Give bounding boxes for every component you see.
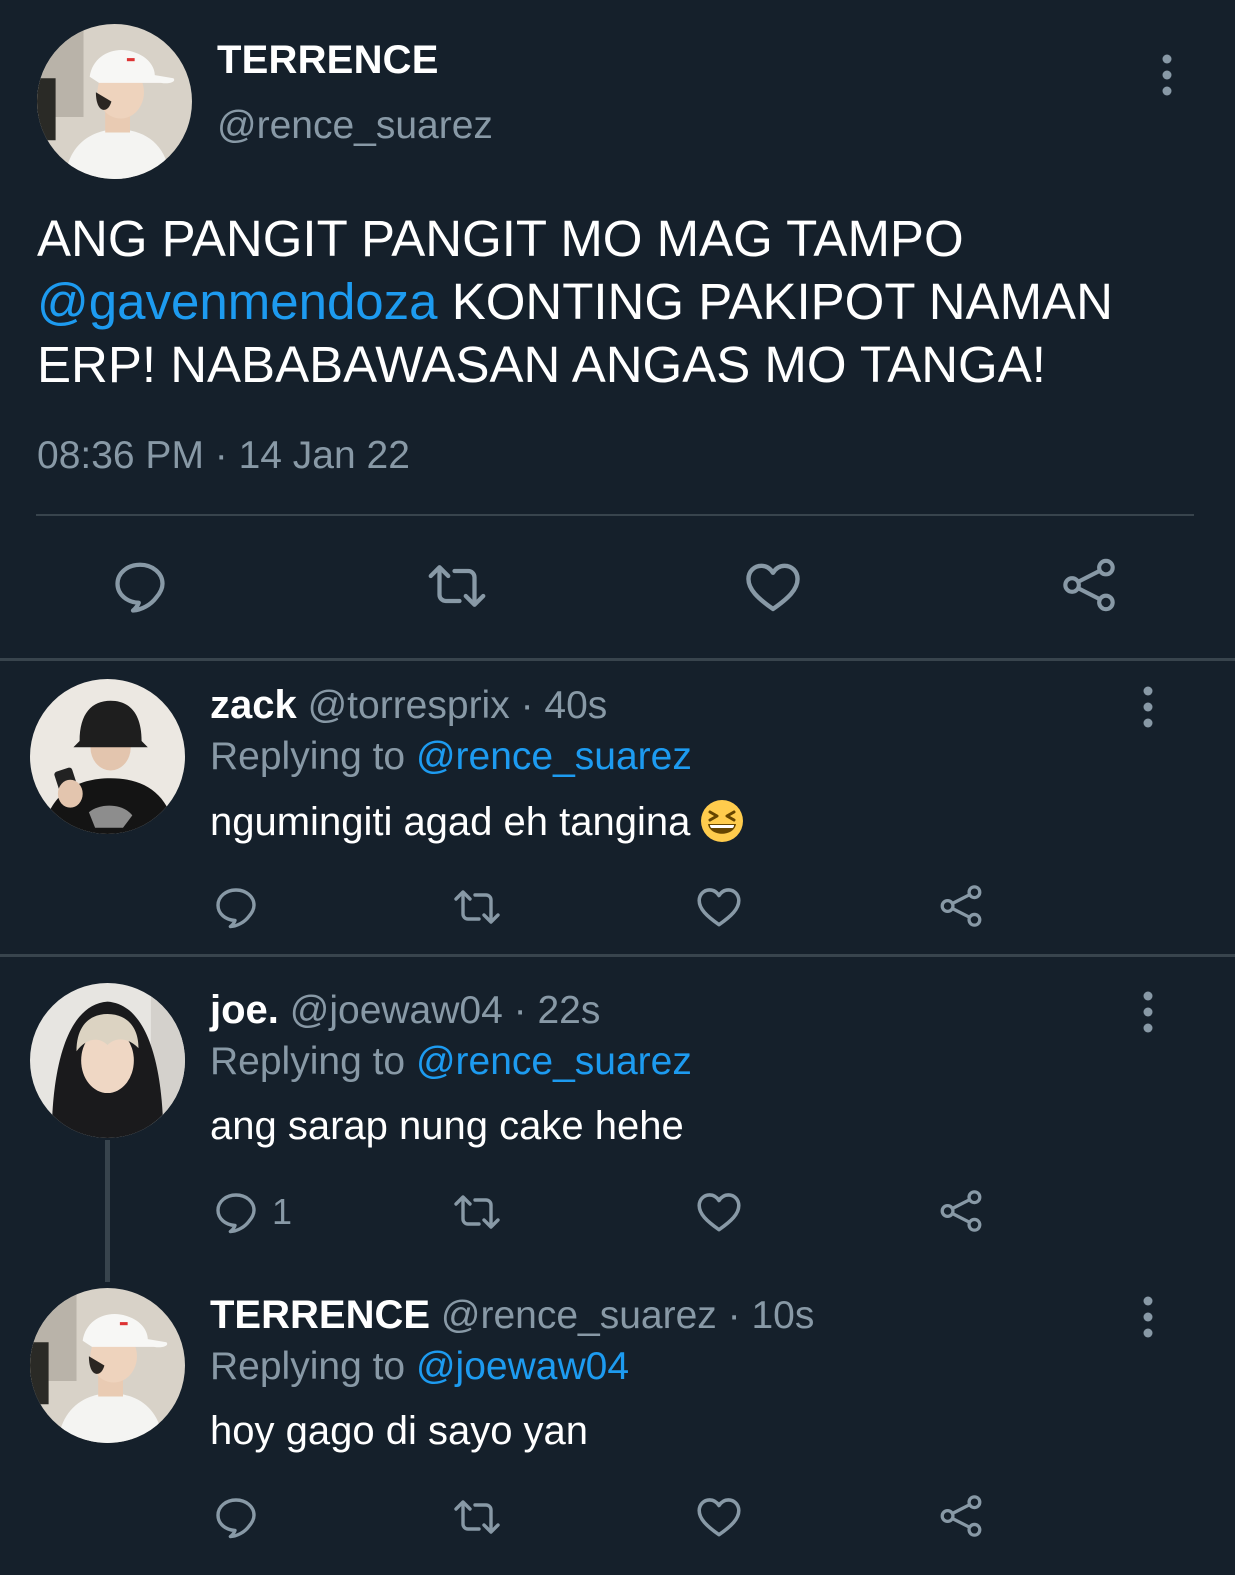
- share-icon: [938, 1188, 984, 1234]
- reply-tweet[interactable]: joe. @joewaw04 · 22s Replying to @rence_…: [0, 966, 1235, 1266]
- replying-to-handle[interactable]: @rence_suarez: [416, 1040, 692, 1083]
- reply-icon: [110, 556, 170, 616]
- retweet-button[interactable]: [450, 1493, 504, 1541]
- reply-author-name[interactable]: zack: [210, 683, 297, 727]
- reply-author-handle[interactable]: @joewaw04: [290, 989, 503, 1032]
- retweet-icon: [450, 1188, 504, 1236]
- like-icon: [694, 1492, 744, 1542]
- replying-to: Replying to @rence_suarez: [210, 735, 692, 779]
- avatar-bucket-hat-icon: [30, 679, 185, 834]
- tweet-thread-screen: TERRENCE @rence_suarez ANG PANGIT PANGIT…: [0, 0, 1235, 1575]
- retweet-icon: [450, 1493, 504, 1541]
- more-vertical-icon: [1157, 53, 1177, 97]
- replying-to: Replying to @rence_suarez: [210, 1040, 692, 1084]
- like-icon: [742, 556, 804, 618]
- reply-button[interactable]: [212, 1493, 272, 1541]
- share-icon: [1060, 556, 1118, 614]
- like-button[interactable]: [694, 882, 744, 932]
- reply-meta: zack @torresprix · 40s: [210, 683, 607, 728]
- reply-tweet[interactable]: zack @torresprix · 40s Replying to @renc…: [0, 661, 1235, 954]
- divider: [36, 514, 1194, 516]
- avatar[interactable]: [30, 1288, 185, 1443]
- avatar[interactable]: [30, 983, 185, 1138]
- grinning-squinting-face-emoji-icon: [700, 799, 744, 843]
- mention-link[interactable]: @gavenmendoza: [37, 273, 438, 330]
- reply-icon: [212, 883, 260, 931]
- more-options-button[interactable]: [1138, 1295, 1158, 1339]
- tweet-timestamp[interactable]: 08:36 PM · 14 Jan 22: [37, 434, 410, 478]
- more-vertical-icon: [1138, 990, 1158, 1034]
- share-icon: [938, 883, 984, 929]
- replying-to-handle[interactable]: @rence_suarez: [416, 735, 692, 778]
- like-icon: [694, 1187, 744, 1237]
- like-icon: [694, 882, 744, 932]
- more-options-button[interactable]: [1138, 685, 1158, 729]
- retweet-icon: [450, 883, 504, 931]
- like-button[interactable]: [694, 1492, 744, 1542]
- share-button[interactable]: [938, 1188, 984, 1234]
- author-handle[interactable]: @rence_suarez: [217, 104, 493, 148]
- tweet-text: ANG PANGIT PANGIT MO MAG TAMPO @gavenmen…: [37, 207, 1207, 396]
- share-button[interactable]: [938, 1493, 984, 1539]
- reply-time: · 10s: [727, 1294, 815, 1337]
- replying-to-label: Replying to: [210, 1040, 406, 1083]
- avatar[interactable]: [30, 679, 185, 834]
- share-icon: [938, 1493, 984, 1539]
- reply-icon: [212, 1493, 260, 1541]
- retweet-button[interactable]: [424, 556, 490, 616]
- avatar[interactable]: [37, 24, 192, 179]
- replying-to-label: Replying to: [210, 1345, 406, 1388]
- reply-author-handle[interactable]: @torresprix: [308, 684, 510, 727]
- share-button[interactable]: [1060, 556, 1118, 614]
- reply-tweet[interactable]: TERRENCE @rence_suarez · 10s Replying to…: [0, 1271, 1235, 1571]
- reply-meta: joe. @joewaw04 · 22s: [210, 988, 600, 1033]
- reply-button[interactable]: 1: [212, 1188, 292, 1236]
- share-button[interactable]: [938, 883, 984, 929]
- replying-to-label: Replying to: [210, 735, 406, 778]
- more-vertical-icon: [1138, 1295, 1158, 1339]
- more-options-button[interactable]: [1157, 53, 1177, 97]
- reply-text: ngumingiti agad eh tangina: [210, 799, 744, 845]
- avatar-white-cap-icon: [30, 1288, 185, 1443]
- avatar-hoodie-icon: [30, 983, 185, 1138]
- reply-count: 1: [272, 1191, 293, 1232]
- reply-text-content: ngumingiti agad eh tangina: [210, 800, 691, 844]
- reply-text: ang sarap nung cake hehe: [210, 1104, 684, 1148]
- retweet-icon: [424, 556, 490, 616]
- avatar-white-cap-icon: [37, 24, 192, 179]
- replying-to: Replying to @joewaw04: [210, 1345, 629, 1389]
- reply-time: · 22s: [513, 989, 601, 1032]
- reply-text: hoy gago di sayo yan: [210, 1409, 589, 1453]
- retweet-button[interactable]: [450, 883, 504, 931]
- reply-button[interactable]: [212, 883, 272, 931]
- main-tweet-header: TERRENCE @rence_suarez: [0, 0, 1235, 190]
- divider: [0, 954, 1235, 957]
- reply-author-name[interactable]: TERRENCE: [210, 1293, 430, 1337]
- reply-author-name[interactable]: joe.: [210, 988, 279, 1032]
- reply-author-handle[interactable]: @rence_suarez: [441, 1294, 717, 1337]
- retweet-button[interactable]: [450, 1188, 504, 1236]
- replying-to-handle[interactable]: @joewaw04: [416, 1345, 629, 1388]
- more-vertical-icon: [1138, 685, 1158, 729]
- tweet-text-part: ANG PANGIT PANGIT MO MAG TAMPO: [37, 210, 964, 267]
- reply-button[interactable]: [110, 556, 170, 616]
- like-button[interactable]: [742, 556, 804, 618]
- author-name[interactable]: TERRENCE: [217, 38, 439, 83]
- like-button[interactable]: [694, 1187, 744, 1237]
- more-options-button[interactable]: [1138, 990, 1158, 1034]
- reply-meta: TERRENCE @rence_suarez · 10s: [210, 1293, 814, 1338]
- reply-icon: [212, 1188, 260, 1236]
- reply-time: · 40s: [520, 684, 608, 727]
